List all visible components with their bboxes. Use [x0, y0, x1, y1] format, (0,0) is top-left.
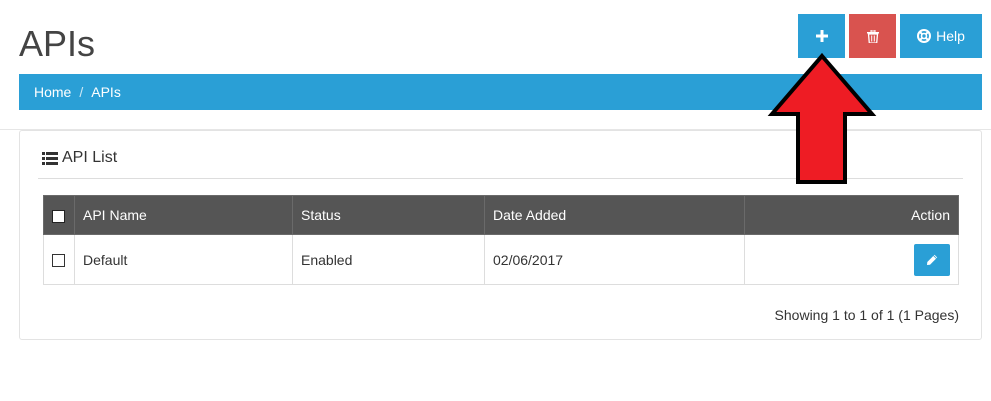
page-title: APIs	[19, 23, 96, 64]
api-table: API Name Status Date Added Action Defaul…	[43, 195, 959, 285]
panel-heading: API List	[42, 149, 117, 167]
status-cell: Enabled	[292, 234, 485, 285]
breadcrumb-apis-link[interactable]: APIs	[91, 84, 121, 100]
pagination-info: Showing 1 to 1 of 1 (1 Pages)	[774, 307, 959, 323]
breadcrumb-separator: /	[79, 84, 84, 100]
table-header-row: API Name Status Date Added Action	[43, 195, 959, 235]
table-row: Default Enabled 02/06/2017	[43, 234, 959, 285]
column-header-action: Action	[744, 195, 959, 235]
api-name-cell: Default	[74, 234, 293, 285]
edit-button[interactable]	[914, 243, 950, 276]
select-all-cell	[43, 195, 75, 235]
pencil-icon	[926, 254, 938, 266]
row-select-cell	[43, 234, 75, 285]
action-cell	[744, 234, 959, 285]
help-button-label: Help	[936, 28, 965, 44]
help-button[interactable]: Help	[900, 14, 982, 58]
trash-icon	[866, 29, 879, 43]
select-all-checkbox[interactable]	[52, 209, 65, 223]
breadcrumb-home-link[interactable]: Home	[34, 84, 71, 100]
life-ring-icon	[917, 29, 932, 43]
column-header-status[interactable]: Status	[292, 195, 485, 235]
column-header-date-added[interactable]: Date Added	[484, 195, 745, 235]
list-icon	[42, 151, 58, 165]
annotation-arrow	[767, 52, 877, 184]
plus-icon	[815, 30, 828, 42]
column-header-api-name[interactable]: API Name	[74, 195, 293, 235]
date-added-cell: 02/06/2017	[484, 234, 745, 285]
panel-heading-label: API List	[62, 149, 118, 166]
row-checkbox[interactable]	[52, 254, 65, 268]
